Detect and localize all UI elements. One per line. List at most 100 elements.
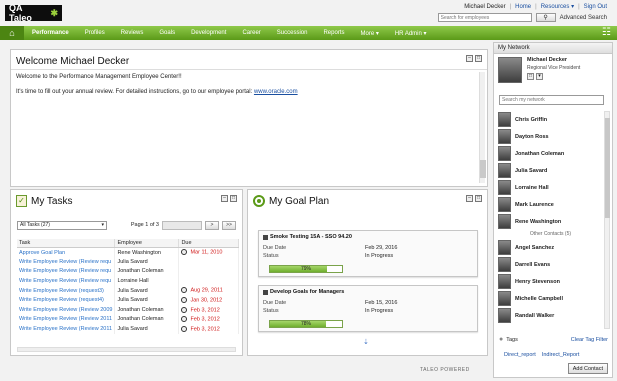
contact-card-icon[interactable]: □ bbox=[527, 73, 534, 80]
avatar bbox=[498, 163, 511, 178]
contact-item[interactable]: Randall Walker bbox=[498, 307, 603, 324]
table-row[interactable]: Write Employee Review (Review requ Julia … bbox=[17, 257, 239, 267]
network-scrollbar[interactable] bbox=[604, 111, 610, 329]
goal-title-link[interactable]: Smoke Testing 15A - SSO 94.20 bbox=[270, 234, 352, 240]
goal-title-link[interactable]: Develop Goals for Managers bbox=[270, 289, 344, 295]
welcome-scrollbar[interactable] bbox=[479, 72, 486, 183]
tag-indirect-report[interactable]: Indirect_Report bbox=[542, 352, 580, 358]
contact-item[interactable]: Jonathan Coleman bbox=[498, 145, 603, 162]
nav-profiles[interactable]: Profiles bbox=[77, 26, 113, 40]
task-link[interactable]: Write Employee Review (Review 2009 bbox=[17, 305, 116, 315]
maximize-icon[interactable]: □ bbox=[230, 195, 237, 202]
next-page-button[interactable]: > bbox=[205, 220, 219, 230]
table-row[interactable]: Approve Goal Plan Rene Washington Mar 11, … bbox=[17, 247, 239, 258]
avatar bbox=[498, 257, 511, 272]
contact-name: Angel Sanchez bbox=[515, 244, 555, 251]
task-filter-value: All Tasks (27) bbox=[20, 222, 50, 228]
contact-item[interactable]: Mark Laurence bbox=[498, 196, 603, 213]
task-filter-select[interactable]: All Tasks (27) ▾ bbox=[17, 220, 107, 230]
task-link[interactable]: Write Employee Review (request3) bbox=[17, 285, 116, 296]
nav-performance[interactable]: Performance bbox=[24, 26, 77, 40]
table-row[interactable]: Write Employee Review (Review requ Lorrai… bbox=[17, 276, 239, 286]
nav-reports[interactable]: Reports bbox=[315, 26, 352, 40]
contact-item[interactable]: Rene Washington bbox=[498, 213, 603, 230]
my-name: Michael Decker bbox=[527, 57, 568, 63]
avatar bbox=[498, 146, 511, 161]
my-tasks-panel: ✓ My Tasks – □ All Tasks (27) ▾ Page 1 o… bbox=[10, 189, 243, 356]
contact-item[interactable]: Henry Stevenson bbox=[498, 273, 603, 290]
home-button[interactable]: ⌂ bbox=[0, 26, 24, 40]
task-employee: Rene Washington bbox=[114, 247, 180, 258]
minimize-icon[interactable]: – bbox=[466, 195, 473, 202]
task-link[interactable]: Write Employee Review (request4) bbox=[17, 295, 116, 306]
maximize-icon[interactable]: □ bbox=[475, 195, 482, 202]
table-row[interactable]: Write Employee Review (request3) Julia Sa… bbox=[17, 285, 239, 296]
main-nav: ⌂ Performance Profiles Reviews Goals Dev… bbox=[0, 26, 617, 40]
nav-hr-admin[interactable]: HR Admin ▾ bbox=[387, 26, 435, 40]
table-row[interactable]: Write Employee Review (Review 2011 Jonath… bbox=[17, 314, 239, 325]
advanced-search-link[interactable]: Advanced Search bbox=[560, 15, 607, 21]
column-header-employee[interactable]: Employee bbox=[114, 239, 180, 248]
my-role: Regional Vice President bbox=[527, 65, 581, 71]
table-row[interactable]: Write Employee Review (Review 2011 Julia … bbox=[17, 324, 239, 334]
search-button[interactable]: ⚲ bbox=[535, 13, 556, 22]
contact-name: Randall Walker bbox=[515, 312, 555, 319]
task-link[interactable]: Write Employee Review (Review 2011 bbox=[17, 324, 116, 334]
contact-item[interactable]: Michelle Campbell bbox=[498, 290, 603, 307]
task-due: Feb 3, 2012 bbox=[178, 324, 239, 334]
tasks-horizontal-scrollbar[interactable] bbox=[17, 347, 236, 352]
employee-search-input[interactable] bbox=[437, 13, 532, 22]
table-row[interactable]: Write Employee Review (Review requ Jonath… bbox=[17, 266, 239, 277]
contact-item[interactable]: Chris Griffin bbox=[498, 111, 603, 128]
chevron-down-icon[interactable]: ▾ bbox=[536, 73, 543, 80]
task-link[interactable]: Write Employee Review (Review requ bbox=[17, 257, 116, 267]
nav-succession[interactable]: Succession bbox=[269, 26, 316, 40]
add-contact-button[interactable]: Add Contact bbox=[567, 363, 608, 374]
goal-card[interactable]: Smoke Testing 15A - SSO 94.20 Due Date Fe… bbox=[258, 230, 478, 277]
nav-career[interactable]: Career bbox=[234, 26, 268, 40]
contact-name: Jonathan Coleman bbox=[515, 150, 565, 157]
due-date: Aug 29, 2011 bbox=[190, 287, 223, 294]
minimize-icon[interactable]: – bbox=[221, 195, 228, 202]
last-page-button[interactable]: >> bbox=[222, 220, 236, 230]
tag-direct-report[interactable]: Direct_report bbox=[504, 352, 536, 358]
contact-name: Michelle Campbell bbox=[515, 295, 563, 302]
org-chart-icon[interactable]: ☷ bbox=[602, 27, 611, 38]
task-link[interactable]: Write Employee Review (Review requ bbox=[17, 266, 116, 277]
task-employee: Jonathan Coleman bbox=[114, 305, 180, 315]
goal-card[interactable]: Develop Goals for Managers Due Date Feb 1… bbox=[258, 285, 478, 332]
welcome-title: Welcome Michael Decker bbox=[16, 56, 130, 67]
avatar[interactable] bbox=[498, 57, 522, 83]
oracle-link[interactable]: www.oracle.com bbox=[254, 89, 298, 95]
nav-development[interactable]: Development bbox=[183, 26, 234, 40]
nav-goals[interactable]: Goals bbox=[151, 26, 183, 40]
task-employee: Jonathan Coleman bbox=[114, 266, 180, 277]
double-chevron-down-icon[interactable]: ⇣ bbox=[363, 338, 369, 346]
nav-more[interactable]: More ▾ bbox=[352, 26, 386, 40]
contact-item[interactable]: Julia Savard bbox=[498, 162, 603, 179]
column-header-task[interactable]: Task bbox=[17, 239, 116, 248]
contact-item[interactable]: Dayton Ross bbox=[498, 128, 603, 145]
home-link[interactable]: Home bbox=[515, 4, 531, 10]
task-link[interactable]: Write Employee Review (Review 2011 bbox=[17, 314, 116, 325]
contact-item[interactable]: Angel Sanchez bbox=[498, 239, 603, 256]
task-link[interactable]: Approve Goal Plan bbox=[17, 247, 116, 258]
goal-progress-bar: 78% bbox=[269, 320, 343, 328]
task-due: Mar 11, 2010 bbox=[178, 247, 239, 258]
network-search-input[interactable] bbox=[499, 95, 604, 105]
contact-item[interactable]: Lorraine Hall bbox=[498, 179, 603, 196]
table-row[interactable]: Write Employee Review (request4) Julia Sa… bbox=[17, 295, 239, 306]
nav-reviews[interactable]: Reviews bbox=[113, 26, 152, 40]
column-header-due[interactable]: Due bbox=[178, 239, 239, 248]
contact-item[interactable]: Darrell Evans bbox=[498, 256, 603, 273]
minimize-icon[interactable]: – bbox=[466, 55, 473, 62]
checklist-icon: ✓ bbox=[16, 195, 27, 207]
maximize-icon[interactable]: □ bbox=[475, 55, 482, 62]
other-contacts-label[interactable]: Other Contacts (5) bbox=[498, 230, 603, 239]
sign-out-link[interactable]: Sign Out bbox=[584, 4, 607, 10]
tasks-pager: Page 1 of 3 > >> bbox=[131, 220, 236, 230]
table-row[interactable]: Write Employee Review (Review 2009 Jonath… bbox=[17, 305, 239, 315]
task-link[interactable]: Write Employee Review (Review requ bbox=[17, 276, 116, 286]
clear-tag-filter-link[interactable]: Clear Tag Filter bbox=[571, 337, 608, 343]
resources-link[interactable]: Resources ▾ bbox=[541, 3, 574, 10]
